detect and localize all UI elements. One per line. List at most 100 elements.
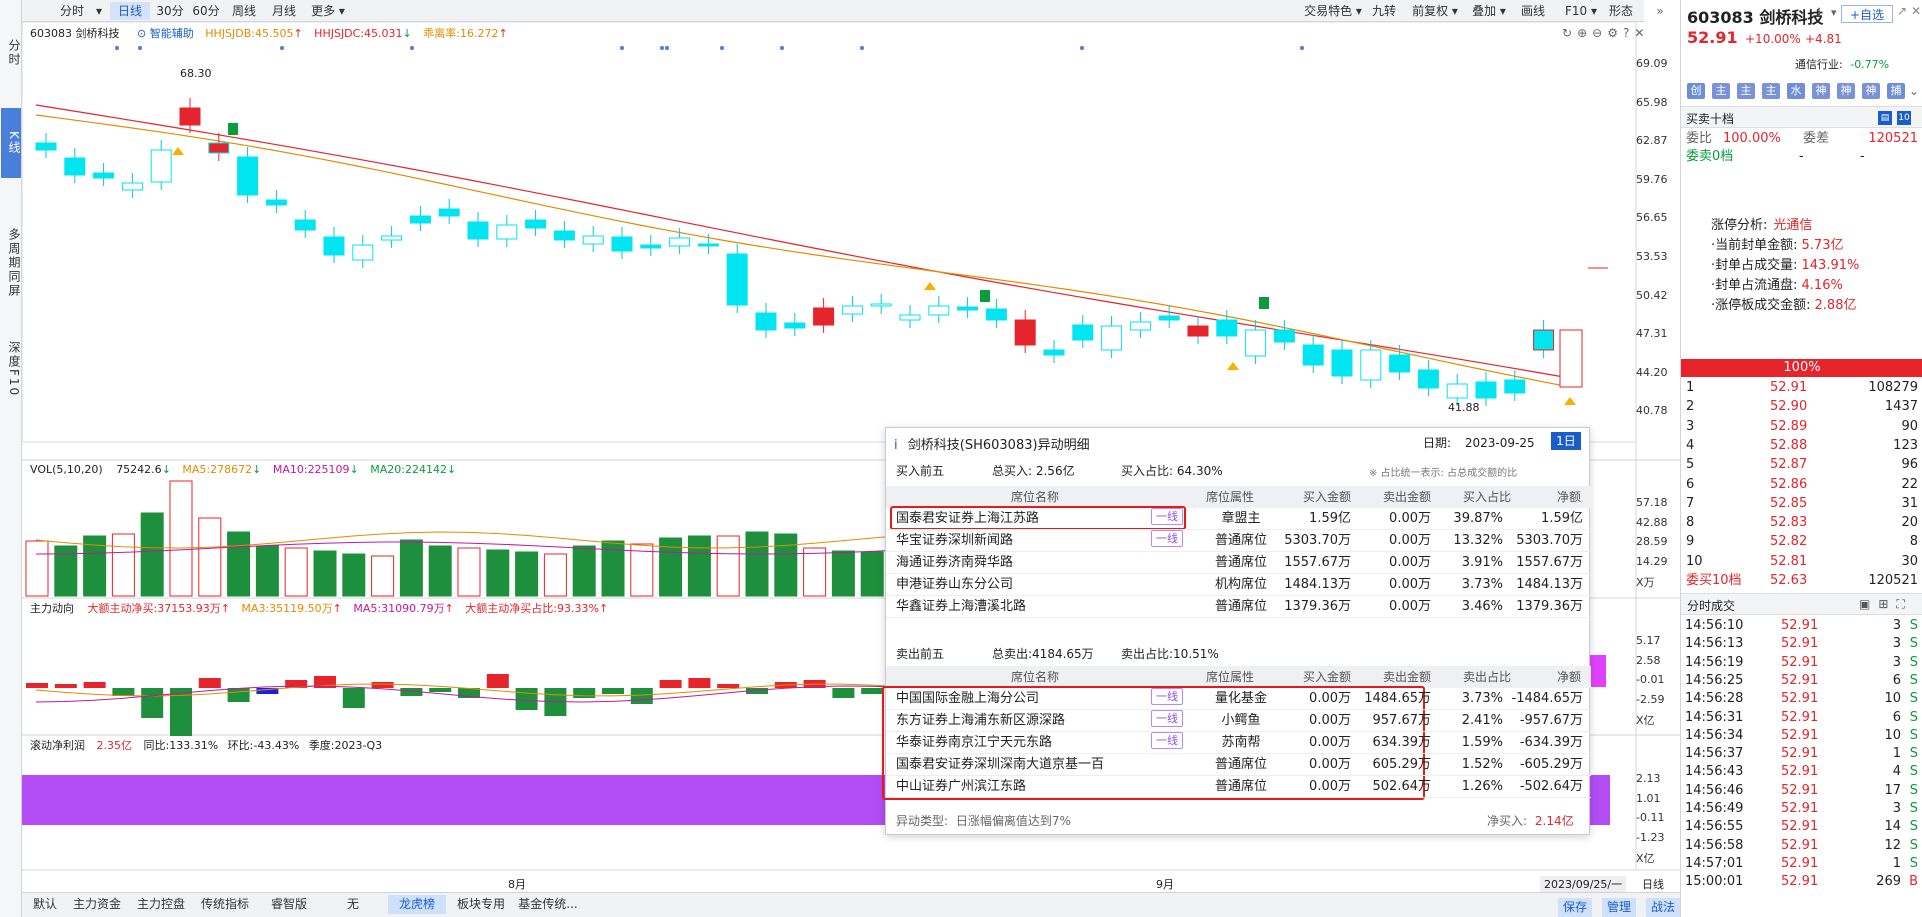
bottom-tab[interactable]: 基金传统... <box>516 895 580 914</box>
flow-axis-tick: 5.17 <box>1636 634 1661 647</box>
quick-icon[interactable]: 主 <box>1737 83 1755 99</box>
strategy-button[interactable]: 战法 <box>1646 898 1680 917</box>
fullscreen-icon[interactable]: ⛶ <box>1896 597 1912 611</box>
expand-icon[interactable]: ↗ <box>1897 4 1911 18</box>
zoom-in-icon[interactable]: ⊕ <box>1577 26 1592 40</box>
bid-vol: 8 <box>1909 534 1918 550</box>
sell-amount: 957.67万 <box>1372 713 1432 728</box>
tick-time: 14:56:37 <box>1685 746 1744 762</box>
bid-price: 52.81 <box>1770 553 1808 569</box>
bid-row[interactable]: 1 52.91 108279 <box>1681 378 1922 397</box>
quick-icon[interactable]: 神 <box>1862 83 1880 99</box>
quick-icon[interactable]: 创 <box>1687 83 1705 99</box>
volume-axis-tick: 14.29 <box>1636 554 1668 568</box>
save-button[interactable]: 保存 <box>1558 898 1592 917</box>
chart-icon[interactable]: ▤ <box>1878 111 1892 125</box>
bid-row[interactable]: 2 52.90 1437 <box>1681 397 1922 416</box>
close-icon[interactable]: ✕ <box>1634 26 1649 40</box>
popup-period-button[interactable]: 1日 <box>1551 432 1581 450</box>
seat-row[interactable]: 东方证券上海浦东新区源深路 一线 小鳄鱼 0.00万 957.67万 2.41% -957.… <box>886 710 1591 732</box>
tick-row: 14:56:10 52.91 3 S <box>1681 616 1922 635</box>
buy-amount: 1379.36万 <box>1284 599 1351 614</box>
tick-price: 52.91 <box>1781 801 1819 816</box>
tick-side: S <box>1909 819 1918 835</box>
quick-icon[interactable]: 主 <box>1712 83 1730 99</box>
arrow-down-icon: ↓ <box>252 463 262 476</box>
main-flow-name: 主力动向 <box>30 602 74 615</box>
self-select-button[interactable]: +自选 <box>1841 5 1893 23</box>
bottom-tab[interactable]: 无 <box>324 895 382 914</box>
tick-side: S <box>1909 801 1918 816</box>
bottom-tab[interactable]: 主力资金 <box>68 895 126 914</box>
bottom-tab[interactable]: 睿智版 <box>260 895 318 914</box>
bid-row[interactable]: 9 52.82 8 <box>1681 532 1922 551</box>
close-icon[interactable]: ✕ <box>1911 4 1922 18</box>
zoom-out-icon[interactable]: ⊖ <box>1592 26 1607 40</box>
stock-code-name: 603083 剑桥科技 <box>30 27 120 40</box>
seat-row[interactable]: 海通证券济南舜华路 普通席位 1557.67万 0.00万 3.91% 1557.67万 <box>886 552 1591 574</box>
seat-ratio: 3.46% <box>1461 599 1503 614</box>
chevron-down-icon[interactable]: ▾ <box>1831 6 1837 19</box>
smart-assist-toggle[interactable]: ⊙ 智能辅助 <box>137 27 194 40</box>
seat-row[interactable]: 中山证券广州滨江东路 普通席位 0.00万 502.64万 1.26% -502.64万 <box>886 776 1591 798</box>
bid-row[interactable]: 10 52.81 30 <box>1681 552 1922 571</box>
tick-vol: 14 <box>1884 819 1901 835</box>
bid-level: 5 <box>1686 457 1695 473</box>
tick-price: 52.91 <box>1781 819 1819 835</box>
sell-total: 总卖出:4184.65万 <box>992 647 1094 661</box>
ratio-note: ※ 占比统一表示: 占总成交额的比 <box>1369 468 1518 479</box>
quick-icon[interactable]: 捕 <box>1887 83 1905 99</box>
info-icon[interactable]: ℹ <box>1817 6 1821 19</box>
seat-row[interactable]: 中国国际金融上海分公司 一线 量化基金 0.00万 1484.65万 3.73% -1484… <box>886 688 1591 710</box>
bid-row[interactable]: 8 52.83 20 <box>1681 513 1922 532</box>
seat-row[interactable]: 申港证券山东分公司 机构席位 1484.13万 0.00万 3.73% 1484.13万 <box>886 574 1591 596</box>
bottom-tab[interactable]: 板块专用 <box>452 895 510 914</box>
bottom-tab[interactable]: 传统指标 <box>196 895 254 914</box>
volume-axis-tick: 42.88 <box>1636 515 1668 529</box>
manage-button[interactable]: 管理 <box>1602 898 1636 917</box>
settings-icon[interactable]: ⚙ <box>1607 26 1623 40</box>
bid-row[interactable]: 3 52.89 90 <box>1681 417 1922 436</box>
quick-icon[interactable]: 主 <box>1762 83 1780 99</box>
bid-row[interactable]: 7 52.85 31 <box>1681 494 1922 513</box>
help-icon[interactable]: ? <box>1623 26 1634 40</box>
bid-row[interactable]: 4 52.88 123 <box>1681 436 1922 455</box>
profit-value: 2.35亿 <box>96 739 133 752</box>
seat-row[interactable]: 华泰证券南京江宁天元东路 一线 苏南帮 0.00万 634.39万 1.59% -634.3… <box>886 732 1591 754</box>
tag-label: 一线 <box>1151 688 1183 705</box>
quick-icon[interactable]: 神 <box>1837 83 1855 99</box>
ratio-row: 委比 100.00% 委差 120521 <box>1681 129 1922 148</box>
chart-tools[interactable]: ↻⊕⊖⚙?✕ <box>1562 26 1649 40</box>
seat-row[interactable]: 国泰君安证券深圳深南大道京基一百 普通席位 0.00万 605.29万 1.52% -60… <box>886 754 1591 776</box>
popup-date-value: 2023-09-25 <box>1464 436 1535 450</box>
tick-side: S <box>1909 746 1918 762</box>
grid-icon[interactable]: ⊞ <box>1878 597 1896 611</box>
refresh-icon[interactable]: ↻ <box>1562 26 1577 40</box>
lock-icon[interactable]: ▣ <box>1859 597 1878 611</box>
column-header: 席位属性 <box>1206 490 1255 504</box>
profit-qoq: 环比:-43.43% <box>227 739 300 752</box>
bottom-tab[interactable]: 主力控盘 <box>132 895 190 914</box>
expand-down-icon[interactable]: ⌄ <box>1909 84 1919 98</box>
sell-amount: 0.00万 <box>1389 555 1431 570</box>
book-10-toggle[interactable]: 10 <box>1897 111 1911 125</box>
quick-icon[interactable]: 神 <box>1812 83 1830 99</box>
seat-row[interactable]: 华宝证券深圳新闻路 一线 普通席位 5303.70万 0.00万 13.32% 5303.7… <box>886 530 1591 552</box>
bid-row[interactable]: 5 52.87 96 <box>1681 455 1922 474</box>
bid-row[interactable]: 6 52.86 22 <box>1681 475 1922 494</box>
quick-icon[interactable]: 水 <box>1787 83 1805 99</box>
flow-axis-tick: X亿 <box>1636 714 1655 727</box>
tick-time: 15:00:01 <box>1685 874 1744 890</box>
quote-pct: +10.00% <box>1745 32 1801 46</box>
limit-sector[interactable]: 光通信 <box>1773 218 1812 233</box>
buy-amount: 0.00万 <box>1309 713 1351 728</box>
industry[interactable]: 通信行业: -0.77% <box>1795 56 1889 72</box>
bottom-tab[interactable]: 默认 <box>28 895 62 914</box>
seat-row[interactable]: 国泰君安证券上海江苏路 一线 章盟主 1.59亿 0.00万 39.87% 1.59亿 <box>886 508 1591 530</box>
profit-axis-tick: -0.11 <box>1636 811 1665 824</box>
seat-row[interactable]: 华鑫证券上海漕溪北路 普通席位 1379.36万 0.00万 3.46% 1379.36万 <box>886 596 1591 618</box>
tick-price: 52.91 <box>1781 654 1819 670</box>
seat-ratio: 3.91% <box>1461 555 1503 570</box>
ask0-row: 委卖0档 - - <box>1681 147 1922 166</box>
bottom-tab[interactable]: 龙虎榜 <box>388 895 446 914</box>
